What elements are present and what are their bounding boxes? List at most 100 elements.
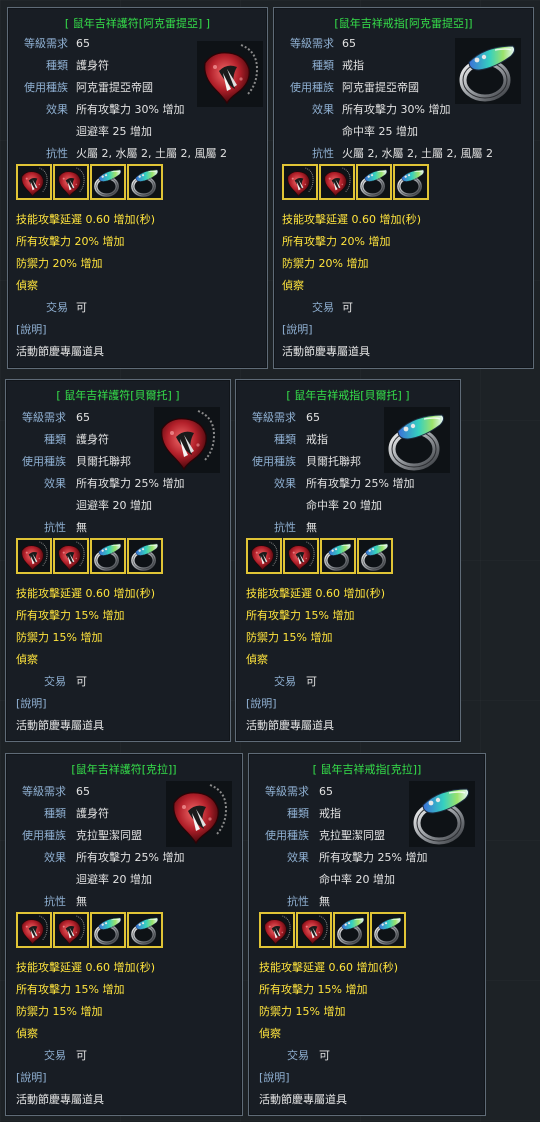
effect-label: 效果 [46, 103, 68, 116]
bonus-line-2: 所有攻擊力 15% 增加 [246, 609, 355, 622]
note-line: 活動節慶專屬道具 [259, 1093, 347, 1106]
explain-label: [說明] [16, 697, 47, 710]
socket-row [16, 538, 166, 574]
resist-value: 無 [319, 895, 330, 908]
resist-value: 無 [306, 521, 317, 534]
silver-ring-slot-icon[interactable] [90, 164, 126, 200]
explain-label: [說明] [16, 323, 47, 336]
level-value: 65 [306, 411, 320, 424]
level-label: 等級需求 [252, 411, 296, 424]
explain-label: [說明] [282, 323, 313, 336]
red-amulet-slot-icon[interactable] [16, 912, 52, 948]
resist-label: 抗性 [287, 895, 309, 908]
silver-ring-slot-icon[interactable] [393, 164, 429, 200]
item-title: [ 鼠年吉祥戒指[貝爾托] ] [286, 389, 410, 402]
item-title: [鼠年吉祥護符[克拉]] [71, 763, 177, 776]
silver-ring-slot-icon[interactable] [90, 912, 126, 948]
scout-line: 偵察 [259, 1027, 281, 1040]
silver-ring-slot-icon[interactable] [356, 164, 392, 200]
silver-ring-slot-icon[interactable] [357, 538, 393, 574]
effect-value-1: 所有攻擊力 30% 增加 [76, 103, 185, 116]
bonus-line-3: 防禦力 20% 增加 [282, 257, 369, 270]
silver-ring-slot-icon[interactable] [127, 538, 163, 574]
resist-label: 抗性 [46, 147, 68, 160]
item-title: [鼠年吉祥戒指[阿克雷提亞]] [334, 17, 473, 30]
race-label: 使用種族 [22, 455, 66, 468]
silver-gem-ring-icon [384, 407, 450, 473]
effect-value-2: 命中率 20 增加 [319, 873, 395, 886]
bonus-line-1: 技能攻擊延遲 0.60 增加(秒) [16, 213, 156, 226]
race-value: 克拉聖潔同盟 [319, 829, 385, 842]
red-amulet-slot-icon[interactable] [53, 912, 89, 948]
item-tooltip-card: [ 鼠年吉祥戒指[貝爾托] ] 等級需求 65 種類 戒指 使用種族 貝爾托聯邦 效果… [235, 379, 461, 742]
scout-line: 偵察 [16, 653, 38, 666]
red-amulet-slot-icon[interactable] [16, 538, 52, 574]
kind-value: 護身符 [76, 807, 109, 820]
level-value: 65 [76, 37, 90, 50]
trade-label: 交易 [274, 675, 296, 688]
race-value: 貝爾托聯邦 [76, 455, 131, 468]
bonus-line-2: 所有攻擊力 20% 增加 [16, 235, 125, 248]
trade-value: 可 [342, 301, 353, 314]
silver-gem-ring-icon [409, 781, 475, 847]
silver-gem-ring-icon [455, 38, 521, 104]
effect-label: 效果 [287, 851, 309, 864]
bonus-line-1: 技能攻擊延遲 0.60 增加(秒) [259, 961, 399, 974]
red-amulet-slot-icon[interactable] [53, 164, 89, 200]
kind-label: 種類 [44, 433, 66, 446]
effect-label: 效果 [44, 851, 66, 864]
silver-ring-slot-icon[interactable] [127, 164, 163, 200]
red-amulet-slot-icon[interactable] [259, 912, 295, 948]
note-line: 活動節慶專屬道具 [16, 345, 104, 358]
kind-label: 種類 [312, 59, 334, 72]
trade-label: 交易 [312, 301, 334, 314]
resist-label: 抗性 [44, 521, 66, 534]
silver-ring-slot-icon[interactable] [320, 538, 356, 574]
level-value: 65 [342, 37, 356, 50]
bonus-line-1: 技能攻擊延遲 0.60 增加(秒) [16, 587, 156, 600]
red-amulet-slot-icon[interactable] [283, 538, 319, 574]
item-tooltip-card: [ 鼠年吉祥護符[阿克雷提亞] ] 等級需求 65 種類 護身符 使用種族 阿克雷提亞… [7, 7, 268, 369]
resist-label: 抗性 [44, 895, 66, 908]
effect-value-1: 所有攻擊力 25% 增加 [76, 851, 185, 864]
silver-ring-slot-icon[interactable] [333, 912, 369, 948]
trade-label: 交易 [46, 301, 68, 314]
red-amulet-slot-icon[interactable] [246, 538, 282, 574]
effect-value-1: 所有攻擊力 30% 增加 [342, 103, 451, 116]
kind-value: 護身符 [76, 433, 109, 446]
silver-ring-slot-icon[interactable] [90, 538, 126, 574]
effect-value-1: 所有攻擊力 25% 增加 [76, 477, 185, 490]
level-label: 等級需求 [290, 37, 334, 50]
effect-label: 效果 [312, 103, 334, 116]
item-title: [ 鼠年吉祥護符[阿克雷提亞] ] [64, 17, 211, 30]
red-amulet-slot-icon[interactable] [16, 164, 52, 200]
level-value: 65 [76, 785, 90, 798]
bonus-line-3: 防禦力 15% 增加 [246, 631, 333, 644]
item-tooltip-card: [ 鼠年吉祥護符[貝爾托] ] 等級需求 65 種類 護身符 使用種族 貝爾托聯邦 效… [5, 379, 231, 742]
red-amulet-slot-icon[interactable] [53, 538, 89, 574]
effect-value-2: 迴避率 20 增加 [76, 499, 152, 512]
effect-value-2: 迴避率 20 增加 [76, 873, 152, 886]
bonus-line-3: 防禦力 20% 增加 [16, 257, 103, 270]
effect-label: 效果 [44, 477, 66, 490]
red-amulet-slot-icon[interactable] [296, 912, 332, 948]
red-amulet-slot-icon[interactable] [282, 164, 318, 200]
bonus-line-3: 防禦力 15% 增加 [259, 1005, 346, 1018]
race-value: 阿克雷提亞帝國 [76, 81, 153, 94]
race-label: 使用種族 [252, 455, 296, 468]
kind-value: 戒指 [319, 807, 341, 820]
level-label: 等級需求 [22, 785, 66, 798]
level-label: 等級需求 [265, 785, 309, 798]
race-value: 貝爾托聯邦 [306, 455, 361, 468]
trade-label: 交易 [44, 675, 66, 688]
silver-ring-slot-icon[interactable] [127, 912, 163, 948]
item-title: [ 鼠年吉祥護符[貝爾托] ] [56, 389, 180, 402]
red-amulet-slot-icon[interactable] [319, 164, 355, 200]
note-line: 活動節慶專屬道具 [16, 1093, 104, 1106]
level-value: 65 [76, 411, 90, 424]
silver-ring-slot-icon[interactable] [370, 912, 406, 948]
effect-value-1: 所有攻擊力 25% 增加 [319, 851, 428, 864]
note-line: 活動節慶專屬道具 [16, 719, 104, 732]
scout-line: 偵察 [246, 653, 268, 666]
effect-value-1: 所有攻擊力 25% 增加 [306, 477, 415, 490]
